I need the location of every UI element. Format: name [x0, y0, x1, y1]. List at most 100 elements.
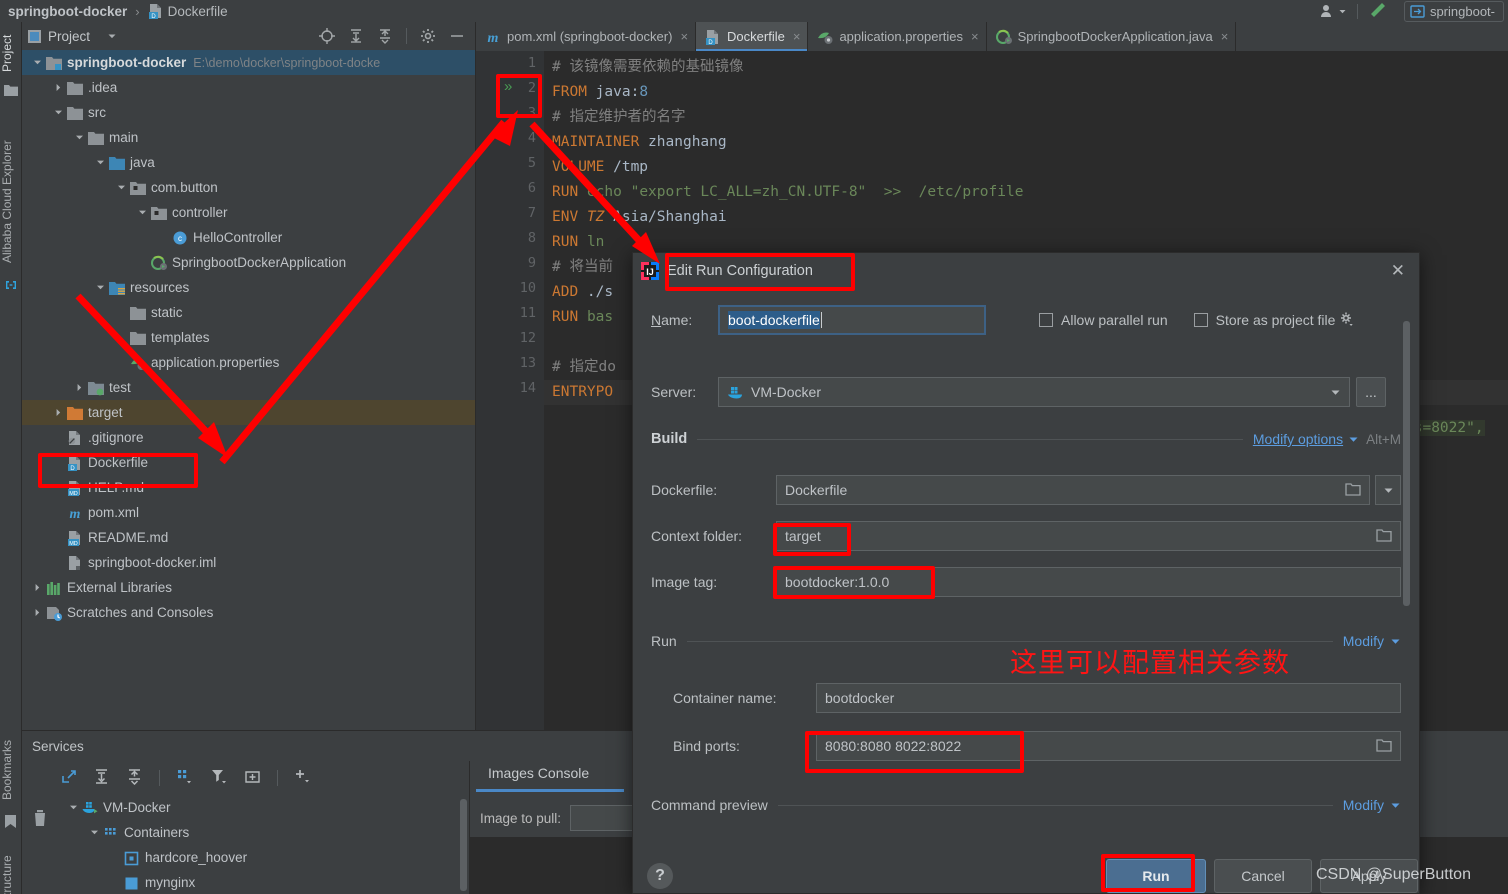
folder-icon[interactable] — [1376, 528, 1392, 545]
filter-icon[interactable] — [210, 768, 228, 788]
services-scrollbar[interactable] — [460, 799, 467, 891]
run-button[interactable]: Run — [1106, 859, 1206, 893]
tree-node-java[interactable]: java — [22, 150, 475, 175]
folder-icon[interactable] — [1376, 738, 1392, 755]
chevron-down-icon[interactable] — [107, 31, 117, 41]
editor-tab-dockerfile[interactable]: D Dockerfile × — [696, 22, 809, 51]
tree-node-static[interactable]: static — [22, 300, 475, 325]
chevron-down-icon[interactable] — [30, 56, 44, 70]
tree-node-dockerfile[interactable]: D Dockerfile — [22, 450, 475, 475]
add-tab-icon[interactable] — [244, 768, 261, 788]
group-icon[interactable] — [176, 768, 194, 788]
tool-tab-project[interactable]: Project — [0, 26, 22, 80]
name-input[interactable]: boot-dockerfile — [718, 305, 986, 335]
services-node-vm-docker[interactable]: VM-Docker — [60, 795, 463, 820]
expand-all-icon[interactable] — [93, 768, 110, 788]
chevron-down-icon[interactable] — [72, 131, 86, 145]
chevron-right-icon[interactable] — [30, 606, 44, 620]
help-button[interactable]: ? — [647, 863, 673, 889]
store-as-project-file-checkbox[interactable] — [1193, 313, 1208, 327]
tool-tab-structure[interactable]: Structure — [0, 844, 22, 894]
store-file-settings-icon[interactable] — [1340, 311, 1354, 330]
chevron-right-icon[interactable] — [51, 406, 65, 420]
gear-icon[interactable] — [420, 28, 436, 44]
chevron-down-icon[interactable] — [1348, 435, 1359, 444]
chevron-down-icon[interactable] — [135, 206, 149, 220]
run-configuration-selector[interactable]: springboot- — [1403, 0, 1504, 22]
tree-node-springboot-docker-iml[interactable]: springboot-docker.iml — [22, 550, 475, 575]
close-tab-icon[interactable]: × — [793, 29, 801, 44]
close-tab-icon[interactable]: × — [680, 29, 688, 44]
chevron-down-icon[interactable] — [93, 281, 107, 295]
folder-icon[interactable] — [1345, 482, 1361, 499]
chevron-right-icon[interactable] — [51, 81, 65, 95]
run-modify-link[interactable]: Modify — [1343, 633, 1384, 649]
server-combobox[interactable]: VM-Docker — [718, 377, 1350, 407]
services-node-containers[interactable]: Containers — [60, 820, 463, 845]
dockerfile-input[interactable]: Dockerfile — [776, 475, 1370, 505]
close-tab-icon[interactable]: × — [1221, 29, 1229, 44]
build-hammer-icon[interactable] — [1368, 1, 1390, 22]
jump-to-source-icon[interactable] — [60, 768, 77, 788]
project-panel-title-group[interactable]: Project — [28, 29, 117, 44]
tree-node-application-properties[interactable]: application.properties — [22, 350, 475, 375]
tree-node-main[interactable]: main — [22, 125, 475, 150]
add-icon[interactable] — [294, 768, 312, 788]
tree-node-controller[interactable]: controller — [22, 200, 475, 225]
bind-ports-input[interactable]: 8080:8080 8022:8022 — [816, 731, 1401, 761]
services-tree[interactable]: VM-Docker Containers hardcore_hoover myngin… — [60, 795, 463, 894]
collapse-all-icon[interactable] — [126, 768, 143, 788]
chevron-down-icon[interactable] — [1390, 801, 1401, 810]
tree-node-external-libraries[interactable]: External Libraries — [22, 575, 475, 600]
chevron-down-icon[interactable] — [66, 801, 80, 815]
breadcrumb-file[interactable]: Dockerfile — [168, 4, 228, 19]
chevron-down-icon[interactable] — [1390, 637, 1401, 646]
tree-node-com-button[interactable]: com.button — [22, 175, 475, 200]
locate-icon[interactable] — [319, 28, 335, 44]
build-modify-options-link[interactable]: Modify options — [1253, 431, 1343, 447]
tool-tab-alibaba-cloud-explorer[interactable]: Alibaba Cloud Explorer — [0, 132, 22, 272]
tree-node-scratches-and-consoles[interactable]: Scratches and Consoles — [22, 600, 475, 625]
chevron-down-icon[interactable] — [114, 181, 128, 195]
services-node-hardcore-hoover[interactable]: hardcore_hoover — [60, 845, 463, 870]
chevron-down-icon[interactable] — [87, 826, 101, 840]
tree-node-resources[interactable]: resources — [22, 275, 475, 300]
tree-node-test[interactable]: test — [22, 375, 475, 400]
chevron-right-icon[interactable] — [72, 381, 86, 395]
editor-tab-springbootdockerapplication-java[interactable]: SpringbootDockerApplication.java × — [987, 22, 1237, 51]
expand-all-icon[interactable] — [348, 28, 364, 44]
image-tag-input[interactable]: bootdocker:1.0.0 — [776, 567, 1401, 597]
cancel-button[interactable]: Cancel — [1214, 859, 1312, 893]
chevron-down-icon[interactable] — [93, 156, 107, 170]
editor-gutter[interactable]: 1 2» 3 4 5 6 7 8 9 10 11 12 13 14 — [476, 51, 544, 730]
editor-tab-pom-xml-springboot-docker-[interactable]: m pom.xml (springboot-docker) × — [476, 22, 697, 51]
breadcrumb-project[interactable]: springboot-docker — [8, 4, 127, 19]
tree-node--idea[interactable]: .idea — [22, 75, 475, 100]
chevron-down-icon[interactable] — [1330, 388, 1341, 397]
tree-node-springboot-docker[interactable]: springboot-docker E:\demo\docker\springbo… — [22, 50, 475, 75]
dockerfile-dropdown-button[interactable] — [1375, 475, 1401, 505]
chevron-down-icon[interactable] — [51, 106, 65, 120]
tree-node-readme-md[interactable]: MD README.md — [22, 525, 475, 550]
user-menu-button[interactable] — [1320, 3, 1347, 19]
collapse-all-icon[interactable] — [377, 28, 393, 44]
tree-node-src[interactable]: src — [22, 100, 475, 125]
run-dockerfile-gutter-icon[interactable]: » — [504, 78, 512, 95]
tab-images-console[interactable]: Images Console — [488, 765, 589, 781]
tree-node-pom-xml[interactable]: m pom.xml — [22, 500, 475, 525]
tree-node-target[interactable]: target — [22, 400, 475, 425]
tree-node-hellocontroller[interactable]: c HelloController — [22, 225, 475, 250]
context-folder-input[interactable]: target — [776, 521, 1401, 551]
tree-node--gitignore[interactable]: .gitignore — [22, 425, 475, 450]
tree-node-help-md[interactable]: MD HELP.md — [22, 475, 475, 500]
chevron-right-icon[interactable] — [30, 581, 44, 595]
dialog-scrollbar[interactable] — [1403, 321, 1410, 606]
container-name-input[interactable]: bootdocker — [816, 683, 1401, 713]
tree-node-templates[interactable]: templates — [22, 325, 475, 350]
hide-panel-icon[interactable] — [449, 28, 465, 44]
delete-icon[interactable] — [32, 809, 48, 830]
server-browse-button[interactable]: ... — [1356, 377, 1386, 407]
allow-parallel-run-checkbox[interactable] — [1039, 313, 1053, 327]
services-node-mynginx[interactable]: mynginx — [60, 870, 463, 894]
allow-parallel-run-label[interactable]: Allow parallel run — [1061, 312, 1168, 328]
